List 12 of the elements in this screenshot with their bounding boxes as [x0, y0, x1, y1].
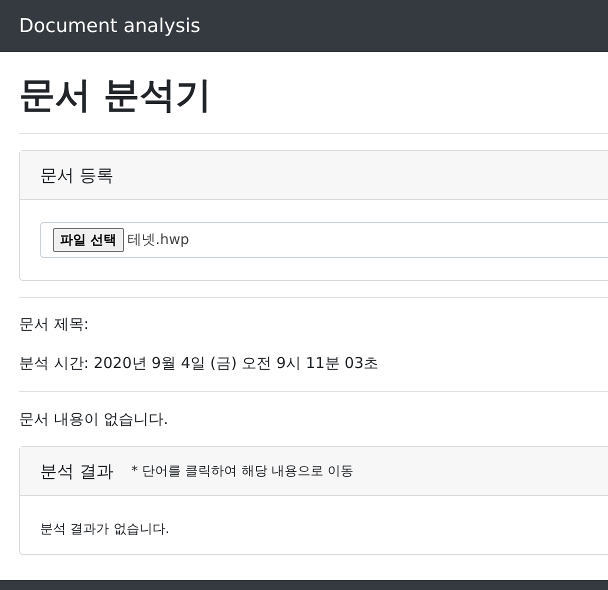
result-message: 분석 결과가 없습니다. — [40, 522, 170, 538]
document-title-label: 문서 제목: — [19, 315, 90, 334]
file-field[interactable]: 파일 선택 테넷.hwp — [40, 222, 608, 258]
content-message: 문서 내용이 없습니다. — [19, 410, 170, 430]
card-title: 분석 결과 — [40, 460, 114, 483]
file-name: 테넷.hwp — [128, 231, 190, 250]
choose-file-button[interactable]: 파일 선택 — [53, 228, 124, 252]
card-title: 문서 등록 — [40, 164, 114, 187]
analysis-time: 분석 시간: 2020년 9월 4일 (금) 오전 9시 11분 03초 — [19, 354, 380, 374]
hint-text: * 단어를 클릭하여 해당 내용으로 이동 — [131, 463, 354, 480]
page-heading: 문서 분석기 — [19, 74, 213, 118]
brand-title[interactable]: Document analysis — [19, 15, 200, 37]
